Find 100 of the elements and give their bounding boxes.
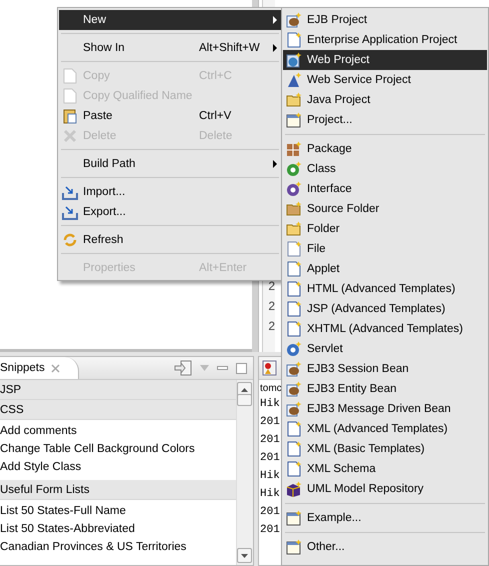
menu-item[interactable]: Java Project	[283, 90, 487, 110]
menu-item[interactable]: Applet	[283, 259, 487, 279]
triangle-icon	[286, 72, 302, 88]
menu-item[interactable]: EJB Project	[283, 10, 487, 30]
line-number: 2	[267, 318, 275, 335]
menu-item[interactable]: Export...	[59, 202, 281, 222]
window-icon	[286, 539, 302, 555]
menu-item[interactable]: Project...	[283, 110, 487, 130]
snippet-category[interactable]: Useful Form Lists	[0, 480, 236, 500]
page-icon	[286, 461, 302, 477]
menu-item[interactable]: File	[283, 239, 487, 259]
cube-icon	[286, 481, 302, 497]
insert-icon[interactable]	[174, 360, 192, 376]
console-line: 201	[260, 523, 280, 538]
menu-item[interactable]: Interface	[283, 179, 487, 199]
window-icon	[286, 510, 302, 526]
menu-item[interactable]: Example...	[283, 508, 487, 528]
bean-icon	[286, 361, 302, 377]
menu-item[interactable]: Other...	[283, 537, 487, 557]
menu-item[interactable]: UML Model Repository	[283, 479, 487, 499]
menu-item[interactable]: Refresh	[59, 230, 281, 250]
line-number: 2	[267, 298, 275, 315]
menu-item[interactable]: JSP (Advanced Templates)	[283, 299, 487, 319]
console-line: 201	[260, 415, 280, 430]
page-icon	[62, 88, 78, 104]
snippet-category[interactable]: JSP	[0, 380, 236, 400]
snippet-item[interactable]: List 50 States-Abbreviated	[0, 520, 236, 538]
page-icon	[286, 321, 302, 337]
refresh-icon	[62, 232, 78, 248]
page-icon	[286, 241, 302, 257]
scrollbar[interactable]	[236, 380, 253, 565]
bean-icon	[286, 381, 302, 397]
menu-item[interactable]: XML (Advanced Templates)	[283, 419, 487, 439]
page-icon	[286, 301, 302, 317]
menu-item[interactable]: Import...	[59, 182, 281, 202]
snippet-item[interactable]: Canadian Provinces & US Territories	[0, 538, 236, 556]
snippet-item[interactable]: List 50 States-Full Name	[0, 502, 236, 520]
console-line: Hik	[260, 397, 280, 412]
shortcut-text: Alt+Shift+W	[199, 42, 260, 54]
menu-item[interactable]: New	[59, 10, 281, 30]
menu-item[interactable]: Class	[283, 159, 487, 179]
page-icon	[62, 68, 78, 84]
menu-item[interactable]: EJB3 Message Driven Bean	[283, 399, 487, 419]
menu-item[interactable]: Web Service Project	[283, 70, 487, 90]
folder-icon	[286, 221, 302, 237]
menu-item[interactable]: Build Path	[59, 154, 281, 174]
maximize-icon[interactable]	[236, 362, 247, 374]
menu-item[interactable]: HTML (Advanced Templates)	[283, 279, 487, 299]
menu-item[interactable]: EJB3 Session Bean	[283, 359, 487, 379]
page-icon	[286, 261, 302, 277]
menu-item[interactable]: Paste Ctrl+V	[59, 106, 281, 126]
console-line: tomc	[260, 383, 282, 395]
scroll-down-button[interactable]	[237, 548, 252, 563]
console-line: 201	[260, 505, 280, 520]
folder-icon	[286, 201, 302, 217]
page-icon	[286, 281, 302, 297]
package-icon	[286, 141, 302, 157]
minimize-icon[interactable]	[217, 366, 228, 370]
menu-item[interactable]: XML Schema	[283, 459, 487, 479]
server-icon[interactable]	[262, 360, 278, 376]
circle-icon	[286, 341, 302, 357]
menu-item[interactable]: XML (Basic Templates)	[283, 439, 487, 459]
menu-item[interactable]: EJB3 Entity Bean	[283, 379, 487, 399]
circle-icon	[286, 161, 302, 177]
bean-icon	[286, 401, 302, 417]
console-line: Hik	[260, 487, 280, 502]
window-icon	[286, 112, 302, 128]
globe-icon	[286, 52, 302, 68]
scroll-thumb[interactable]	[237, 394, 252, 406]
console-line: Hik	[260, 469, 280, 484]
snippet-category[interactable]: CSS	[0, 400, 236, 420]
page-icon	[286, 421, 302, 437]
close-icon[interactable]	[50, 364, 60, 372]
up-arrow-icon	[241, 388, 248, 392]
menu-item[interactable]: Servlet	[283, 339, 487, 359]
menu-item[interactable]: Web Project	[283, 50, 487, 70]
clipboard-icon	[62, 108, 78, 124]
view-menu-icon[interactable]	[200, 365, 209, 371]
snippet-item[interactable]: Add Style Class	[0, 458, 236, 476]
bean-icon	[286, 12, 302, 28]
menu-item[interactable]: Show In Alt+Shift+W	[59, 38, 281, 58]
menu-item[interactable]: Folder	[283, 219, 487, 239]
menu-item[interactable]: XHTML (Advanced Templates)	[283, 319, 487, 339]
menu-item[interactable]: Package	[283, 139, 487, 159]
line-number: 2	[267, 278, 275, 295]
shortcut-text: Ctrl+V	[199, 110, 232, 122]
snippet-item[interactable]: Add comments	[0, 422, 236, 440]
delete-icon	[62, 128, 78, 144]
circle-icon	[286, 181, 302, 197]
menu-item[interactable]: Enterprise Application Project	[283, 30, 487, 50]
console-line: 201	[260, 451, 280, 466]
folder-icon	[286, 92, 302, 108]
tray-icon	[62, 204, 78, 220]
snippet-item[interactable]: Change Table Cell Background Colors	[0, 440, 236, 458]
page-icon	[286, 441, 302, 457]
down-arrow-icon	[241, 554, 248, 558]
page-icon	[286, 32, 302, 48]
menu-item[interactable]: Source Folder	[283, 199, 487, 219]
tray-icon	[62, 184, 78, 200]
console-line: 201	[260, 433, 280, 448]
